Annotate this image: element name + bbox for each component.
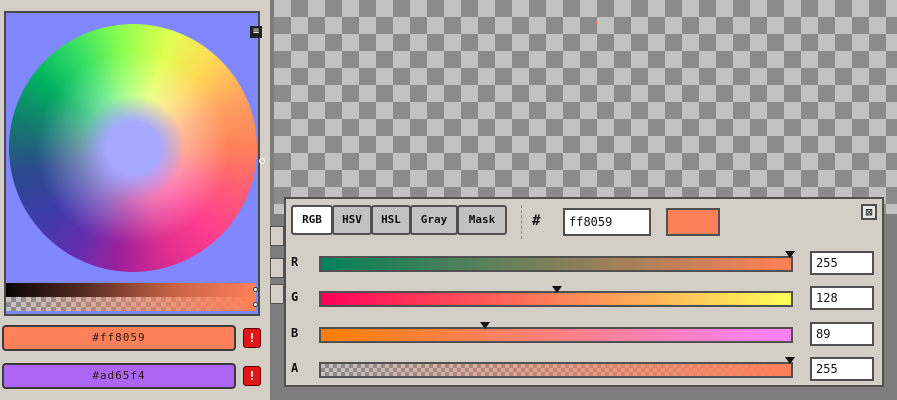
tab-mask[interactable]: Mask bbox=[457, 205, 507, 235]
slider-a-marker[interactable] bbox=[785, 357, 795, 364]
current-color-swatch bbox=[666, 208, 720, 236]
shade-ramp[interactable] bbox=[6, 283, 256, 297]
slider-g-marker[interactable] bbox=[551, 286, 562, 293]
alpha-ramp[interactable] bbox=[6, 297, 256, 311]
tab-hsl[interactable]: HSL bbox=[371, 205, 411, 235]
edge-button-mid[interactable] bbox=[270, 258, 284, 278]
secondary-color-chip[interactable]: #ad65f4 bbox=[2, 363, 236, 389]
value-r-input[interactable]: 255 bbox=[810, 251, 874, 275]
color-wheel[interactable] bbox=[9, 24, 257, 272]
tab-gray[interactable]: Gray bbox=[410, 205, 458, 235]
hex-input[interactable]: ff8059 bbox=[563, 208, 651, 236]
menu-icon[interactable]: ≡ bbox=[250, 26, 262, 38]
toolbar-divider bbox=[521, 205, 522, 239]
slider-g[interactable] bbox=[319, 291, 793, 307]
value-a-input[interactable]: 255 bbox=[810, 357, 874, 381]
value-g-input[interactable]: 128 bbox=[810, 286, 874, 310]
slider-r-marker[interactable] bbox=[785, 251, 795, 258]
warning-icon[interactable]: ! bbox=[243, 366, 261, 386]
tab-hsv[interactable]: HSV bbox=[332, 205, 372, 235]
channel-label-g: G bbox=[291, 290, 299, 304]
channel-label-b: B bbox=[291, 326, 299, 340]
shade-ramp-knob[interactable] bbox=[253, 287, 258, 292]
edge-button-low[interactable] bbox=[270, 284, 284, 304]
slider-b[interactable] bbox=[319, 327, 793, 343]
tab-rgb[interactable]: RGB bbox=[291, 205, 333, 235]
alpha-ramp-knob[interactable] bbox=[253, 302, 258, 307]
drawing-canvas[interactable] bbox=[274, 0, 897, 214]
color-palette-panel: ≡ #ff8059 ! #ad65f4 ! bbox=[0, 0, 270, 400]
edge-button-top[interactable] bbox=[270, 226, 284, 246]
wheel-selector-handle[interactable] bbox=[259, 158, 265, 164]
slider-r[interactable] bbox=[319, 256, 793, 272]
channel-label-r: R bbox=[291, 255, 299, 269]
primary-color-chip[interactable]: #ff8059 bbox=[2, 325, 236, 351]
hex-hash-label: # bbox=[532, 213, 541, 229]
slider-b-marker[interactable] bbox=[480, 322, 491, 329]
color-wheel-frame: ≡ bbox=[4, 11, 265, 316]
color-picker-dialog: RGB HSV HSL Gray Mask # ff8059 ⊠ R 255 G… bbox=[284, 197, 884, 387]
value-b-input[interactable]: 89 bbox=[810, 322, 874, 346]
warning-icon[interactable]: ! bbox=[243, 328, 261, 348]
slider-a[interactable] bbox=[319, 362, 793, 378]
canvas-pixel bbox=[596, 22, 598, 24]
close-icon[interactable]: ⊠ bbox=[861, 204, 877, 220]
channel-label-a: A bbox=[291, 361, 299, 375]
